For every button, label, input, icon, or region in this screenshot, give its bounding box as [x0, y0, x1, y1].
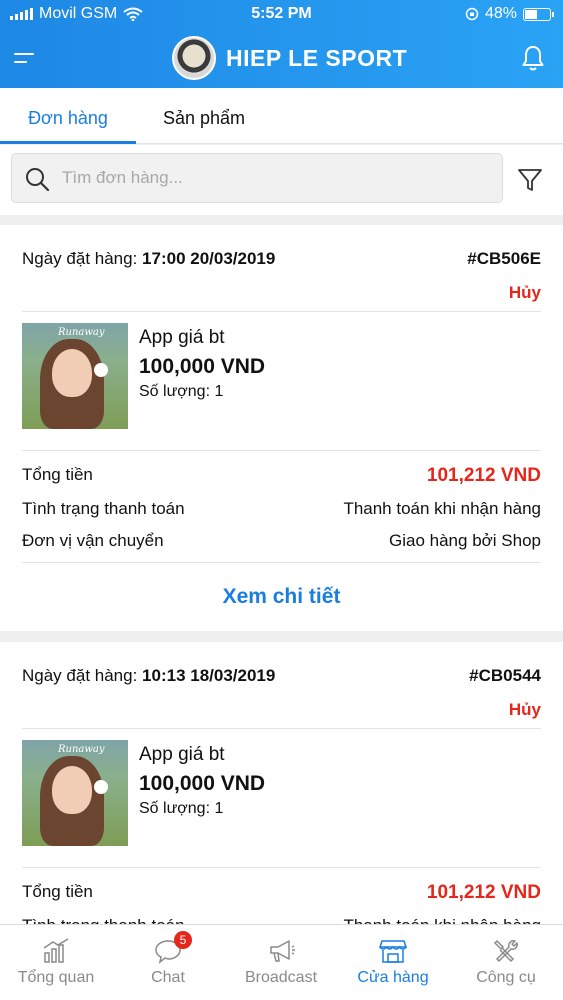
product-quantity: Số lượng: 1 — [139, 800, 224, 817]
product-name: App giá bt — [139, 744, 225, 765]
tab-orders[interactable]: Đơn hàng — [0, 88, 136, 144]
shipping-value: Giao hàng bởi Shop — [389, 531, 541, 550]
order-date: 10:13 18/03/2019 — [142, 666, 276, 685]
tools-icon — [493, 939, 518, 963]
bottom-navigation: Tổng quan 5 Chat Broadcast Cửa hàng Công… — [0, 924, 563, 1000]
order-date-label: Ngày đặt hàng: — [22, 666, 138, 685]
tab-active-indicator — [0, 141, 136, 144]
order-total-row: Tổng tiền 101,212 VND — [22, 465, 541, 486]
nav-store-label: Cửa hàng — [357, 969, 429, 986]
payment-status-row: Tình trạng thanh toán Thanh toán khi nhậ… — [22, 499, 541, 519]
order-date-label: Ngày đặt hàng: — [22, 249, 138, 268]
product-price: 100,000 VND — [139, 355, 266, 378]
order-total-value: 101,212 VND — [426, 465, 541, 486]
order-status: Hủy — [508, 700, 541, 719]
app-bar: HIEP LE SPORT — [0, 32, 563, 88]
search-box — [11, 153, 503, 203]
filter-icon[interactable] — [517, 167, 543, 193]
nav-tools[interactable]: Công cụ — [450, 925, 562, 1000]
nav-broadcast-label: Broadcast — [244, 969, 318, 986]
divider — [22, 450, 541, 451]
order-total-row: Tổng tiền 101,212 VND — [22, 882, 541, 903]
battery-icon — [523, 7, 554, 21]
tab-products-label: Sản phẩm — [162, 108, 246, 128]
order-code: #CB0544 — [469, 666, 541, 685]
bell-icon[interactable] — [521, 44, 545, 72]
order-code: #CB506E — [467, 249, 541, 268]
store-brand: HIEP LE SPORT — [172, 36, 407, 80]
chat-unread-badge: 5 — [174, 931, 192, 949]
divider — [22, 311, 541, 312]
order-header: Ngày đặt hàng: 17:00 20/03/2019 #CB506E — [22, 249, 541, 269]
payment-status-label: Tình trạng thanh toán — [22, 499, 185, 518]
divider — [22, 867, 541, 868]
product-name: App giá bt — [139, 327, 225, 348]
search-row — [0, 145, 563, 215]
search-input[interactable] — [62, 154, 492, 202]
order-date: 17:00 20/03/2019 — [142, 249, 276, 268]
shipping-label: Đơn vị vận chuyển — [22, 531, 164, 550]
divider — [22, 562, 541, 563]
search-icon — [26, 168, 50, 192]
order-status: Hủy — [508, 283, 541, 302]
order-header: Ngày đặt hàng: 10:13 18/03/2019 #CB0544 — [22, 666, 541, 686]
tab-bar: Đơn hàng Sản phẩm — [0, 88, 563, 144]
order-total-label: Tổng tiền — [22, 882, 93, 901]
status-bar: Movil GSM 5:52 PM 48% — [0, 0, 563, 28]
nav-chat[interactable]: 5 Chat — [112, 925, 224, 1000]
nav-tools-label: Công cụ — [476, 969, 536, 986]
app-header: Movil GSM 5:52 PM 48% HIEP LE SPORT — [0, 0, 563, 88]
order-card: Ngày đặt hàng: 17:00 20/03/2019 #CB506E … — [0, 225, 563, 631]
product-price: 100,000 VND — [139, 772, 266, 795]
product-quantity: Số lượng: 1 — [139, 383, 224, 400]
store-icon — [378, 940, 408, 963]
product-thumbnail: Runaway — [22, 740, 128, 846]
view-detail-button[interactable]: Xem chi tiết — [0, 585, 563, 609]
payment-status-value: Thanh toán khi nhận hàng — [343, 499, 541, 518]
chart-icon — [43, 938, 69, 963]
store-name: HIEP LE SPORT — [226, 44, 408, 71]
order-card: Ngày đặt hàng: 10:13 18/03/2019 #CB0544 … — [0, 642, 563, 942]
nav-chat-label: Chat — [151, 969, 185, 986]
nav-broadcast[interactable]: Broadcast — [225, 925, 337, 1000]
shipping-row: Đơn vị vận chuyển Giao hàng bởi Shop — [22, 531, 541, 551]
nav-overview-label: Tổng quan — [17, 969, 95, 986]
orientation-lock-icon — [465, 7, 479, 21]
divider — [22, 728, 541, 729]
menu-icon[interactable] — [14, 50, 36, 68]
order-total-value: 101,212 VND — [426, 882, 541, 903]
megaphone-icon — [270, 940, 295, 962]
tab-products[interactable]: Sản phẩm — [136, 88, 272, 144]
tab-orders-label: Đơn hàng — [28, 108, 108, 128]
order-total-label: Tổng tiền — [22, 465, 93, 484]
store-logo — [172, 36, 216, 80]
nav-overview[interactable]: Tổng quan — [0, 925, 112, 1000]
battery-percent: 48% — [484, 5, 517, 22]
nav-store[interactable]: Cửa hàng — [337, 925, 449, 1000]
product-thumbnail: Runaway — [22, 323, 128, 429]
